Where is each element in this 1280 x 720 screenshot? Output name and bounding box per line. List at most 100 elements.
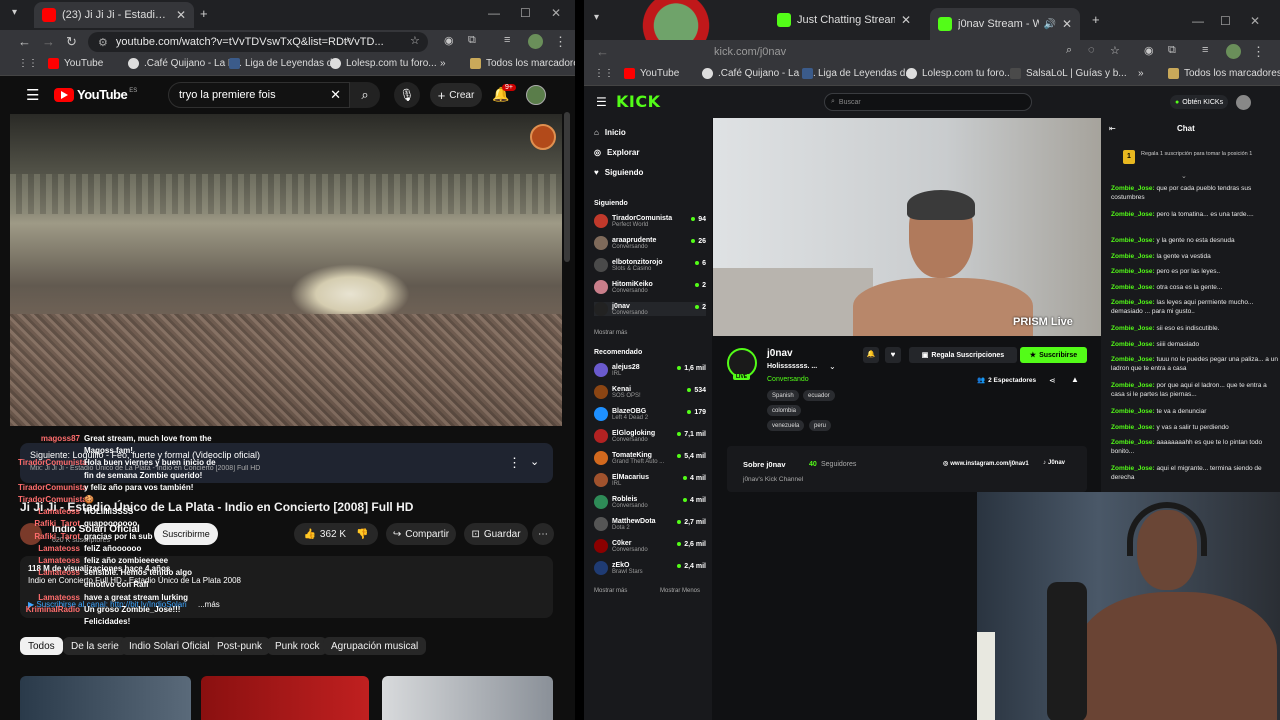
sidebar-channel-tomateking[interactable]: TomateKing Grand Theft Auto ... 5,4 mil	[594, 451, 706, 465]
gift-leaderboard-prompt[interactable]: Regala 1 suscripción para tomar la posic…	[1141, 151, 1267, 158]
recommended-thumbnail[interactable]	[201, 676, 369, 720]
sidebar-channel-elmacarius[interactable]: ElMacarius IRL 4 mil	[594, 473, 706, 487]
chat-username[interactable]: Zombie_Jose:	[1111, 185, 1155, 192]
recommended-thumbnail[interactable]	[382, 676, 553, 720]
bookmark-star-icon[interactable]: ☆	[410, 34, 420, 47]
more-actions-button[interactable]: ⋯	[532, 523, 554, 545]
stream-category[interactable]: Conversando	[767, 376, 809, 383]
new-tab-icon[interactable]: +	[200, 6, 208, 21]
extension-icon[interactable]: ◉	[444, 34, 454, 47]
streamer-name[interactable]: j0nav	[767, 348, 793, 359]
site-info-icon[interactable]: ⚙	[98, 36, 108, 49]
chip-from-series[interactable]: De la serie	[63, 637, 127, 655]
expand-chevron-icon[interactable]: ⌄	[530, 455, 539, 468]
bookmark-liga-leyendas[interactable]: Liga de Leyendas d...	[229, 58, 341, 69]
search-button[interactable]: ⌕	[350, 82, 380, 108]
reading-list-icon[interactable]: ≡	[504, 34, 510, 46]
maximize-icon[interactable]: ☐	[520, 6, 531, 20]
gift-subs-button[interactable]: ▣ Regala Suscripciones	[909, 347, 1017, 363]
tag[interactable]: colombia	[767, 405, 802, 416]
chat-username[interactable]: Zombie_Jose:	[1111, 356, 1155, 363]
extension-icon[interactable]: ◉	[1144, 44, 1154, 57]
like-count[interactable]: 362 K	[320, 529, 346, 540]
chat-username[interactable]: Zombie_Jose:	[1111, 341, 1155, 348]
chat-username[interactable]: Zombie_Jose:	[1111, 284, 1155, 291]
collapse-chat-icon[interactable]: ⇤	[1109, 124, 1116, 133]
follow-heart-icon[interactable]: ♥	[885, 347, 901, 363]
scrollbar[interactable]	[564, 112, 570, 262]
expand-title-chevron-icon[interactable]: ⌄	[829, 362, 836, 371]
menu-kebab-icon[interactable]: ⋮	[1252, 44, 1265, 60]
back-icon[interactable]: ←	[596, 44, 609, 59]
sidebar-channel-robleis[interactable]: Robleis Conversando 4 mil	[594, 495, 706, 509]
sidebar-channel-alejus28[interactable]: alejus28 IRL 1,6 mil	[594, 363, 706, 377]
all-bookmarks[interactable]: Todos los marcadores	[470, 58, 575, 69]
close-tab-icon[interactable]: ✕	[170, 8, 186, 22]
url-field[interactable]: kick.com/j0nav	[704, 42, 984, 62]
profile-avatar[interactable]	[528, 34, 543, 49]
bookmark-lolesp[interactable]: Lolesp.com tu foro...	[330, 58, 437, 69]
voice-search-button[interactable]: 🎙	[394, 82, 420, 108]
account-avatar[interactable]	[526, 85, 546, 105]
youtube-logo[interactable]: YouTube ES	[54, 87, 137, 102]
bookmark-lolesp[interactable]: Lolesp.com tu foro...	[906, 68, 1013, 79]
tag[interactable]: ecuador	[803, 390, 835, 401]
clear-search-icon[interactable]: ✕	[330, 87, 341, 103]
chat-username[interactable]: Zombie_Jose:	[1111, 408, 1155, 415]
bookmark-cafe-quijano[interactable]: .Café Quijano - La L...	[128, 58, 242, 69]
close-window-icon[interactable]: ✕	[1250, 14, 1260, 28]
report-icon[interactable]: ▲	[1071, 375, 1079, 384]
sidebar-channel-elglogloking[interactable]: ElGlogloking Conversando 7,1 mil	[594, 429, 706, 443]
sidebar-channel-tiradorcomunista[interactable]: TiradorComunista Perfect World 94	[594, 214, 706, 228]
bookmark-salsalol[interactable]: SalsaLoL | Guías y b...	[1010, 68, 1127, 79]
audio-playing-icon[interactable]: 🔊	[1043, 19, 1055, 30]
channel-watermark[interactable]	[530, 124, 556, 150]
new-tab-icon[interactable]: +	[1092, 12, 1100, 27]
search-input[interactable]: tryo la premiere fois ✕	[168, 82, 350, 108]
bookmark-youtube[interactable]: YouTube	[624, 68, 679, 79]
chat-username[interactable]: Zombie_Jose:	[1111, 237, 1155, 244]
zoom-icon[interactable]: ⌕	[346, 34, 352, 47]
show-more-recommended[interactable]: Mostrar más	[594, 588, 627, 594]
tab-j0nav-stream[interactable]: j0nav Stream - Watch Live o... 🔊 ✕	[930, 8, 1080, 40]
extensions-puzzle-icon[interactable]: ⧉	[468, 34, 476, 47]
user-avatar[interactable]	[1236, 95, 1251, 110]
show-more-link[interactable]: ...más	[198, 600, 220, 609]
tag[interactable]: Spanish	[767, 390, 799, 401]
tab-youtube[interactable]: (23) Ji Ji Ji - Estadio Único de La... ✕	[34, 2, 194, 28]
sidebar-channel-j0nav[interactable]: j0nav Conversando 2	[594, 302, 706, 316]
forward-icon[interactable]: →	[42, 34, 55, 49]
url-field[interactable]: ⚙ youtube.com/watch?v=tVvTDVswTxQ&list=R…	[88, 32, 428, 52]
minimize-icon[interactable]: —	[1192, 14, 1204, 28]
chip-punk-rock[interactable]: Punk rock	[267, 637, 328, 655]
eye-off-icon[interactable]: ◌	[1088, 44, 1095, 56]
apps-grid-icon[interactable]: ⋮⋮	[594, 68, 614, 79]
like-icon[interactable]: 👍	[303, 529, 315, 540]
bookmark-cafe-quijano[interactable]: .Café Quijano - La L...	[702, 68, 816, 79]
reading-list-icon[interactable]: ≡	[1202, 44, 1208, 56]
kick-logo[interactable]: KICK	[616, 92, 661, 111]
hamburger-menu-icon[interactable]: ☰	[26, 86, 39, 104]
sidebar-channel-c0ker[interactable]: C0ker Conversando 2,6 mil	[594, 539, 706, 553]
apps-grid-icon[interactable]: ⋮⋮	[18, 58, 38, 69]
show-more-following[interactable]: Mostrar más	[594, 330, 627, 336]
show-less-recommended[interactable]: Mostrar Menos	[660, 588, 700, 594]
back-icon[interactable]: ←	[18, 34, 31, 49]
kick-search-input[interactable]: ⌕ Buscar	[824, 93, 1032, 111]
zoom-icon[interactable]: ⌕	[1066, 44, 1072, 57]
sidebar-channel-elbotonzitorojo[interactable]: elbotonzitorojo Slots & Casino 6	[594, 258, 706, 272]
sidebar-channel-matthewdota[interactable]: MatthewDota Dota 2 2,7 mil	[594, 517, 706, 531]
chat-username[interactable]: Zombie_Jose:	[1111, 424, 1155, 431]
extensions-puzzle-icon[interactable]: ⧉	[1168, 44, 1176, 57]
create-button[interactable]: + Crear	[430, 83, 482, 107]
close-window-icon[interactable]: ✕	[551, 6, 561, 20]
bookmark-star-icon[interactable]: ☆	[1110, 44, 1120, 57]
sidebar-channel-kenai[interactable]: Kenai SOS OPS! 534	[594, 385, 706, 399]
reload-icon[interactable]: ↻	[66, 34, 77, 50]
chat-username[interactable]: Zombie_Jose:	[1111, 325, 1155, 332]
maximize-icon[interactable]: ☐	[1220, 14, 1231, 28]
bookmark-liga-leyendas[interactable]: Liga de Leyendas d...	[802, 68, 914, 79]
sidebar-channel-araaprudente[interactable]: araaprudente Conversando 26	[594, 236, 706, 250]
chat-username[interactable]: Zombie_Jose:	[1111, 253, 1155, 260]
sidebar-channel-hitomikeiko[interactable]: HitomiKeiko Conversando 2	[594, 280, 706, 294]
